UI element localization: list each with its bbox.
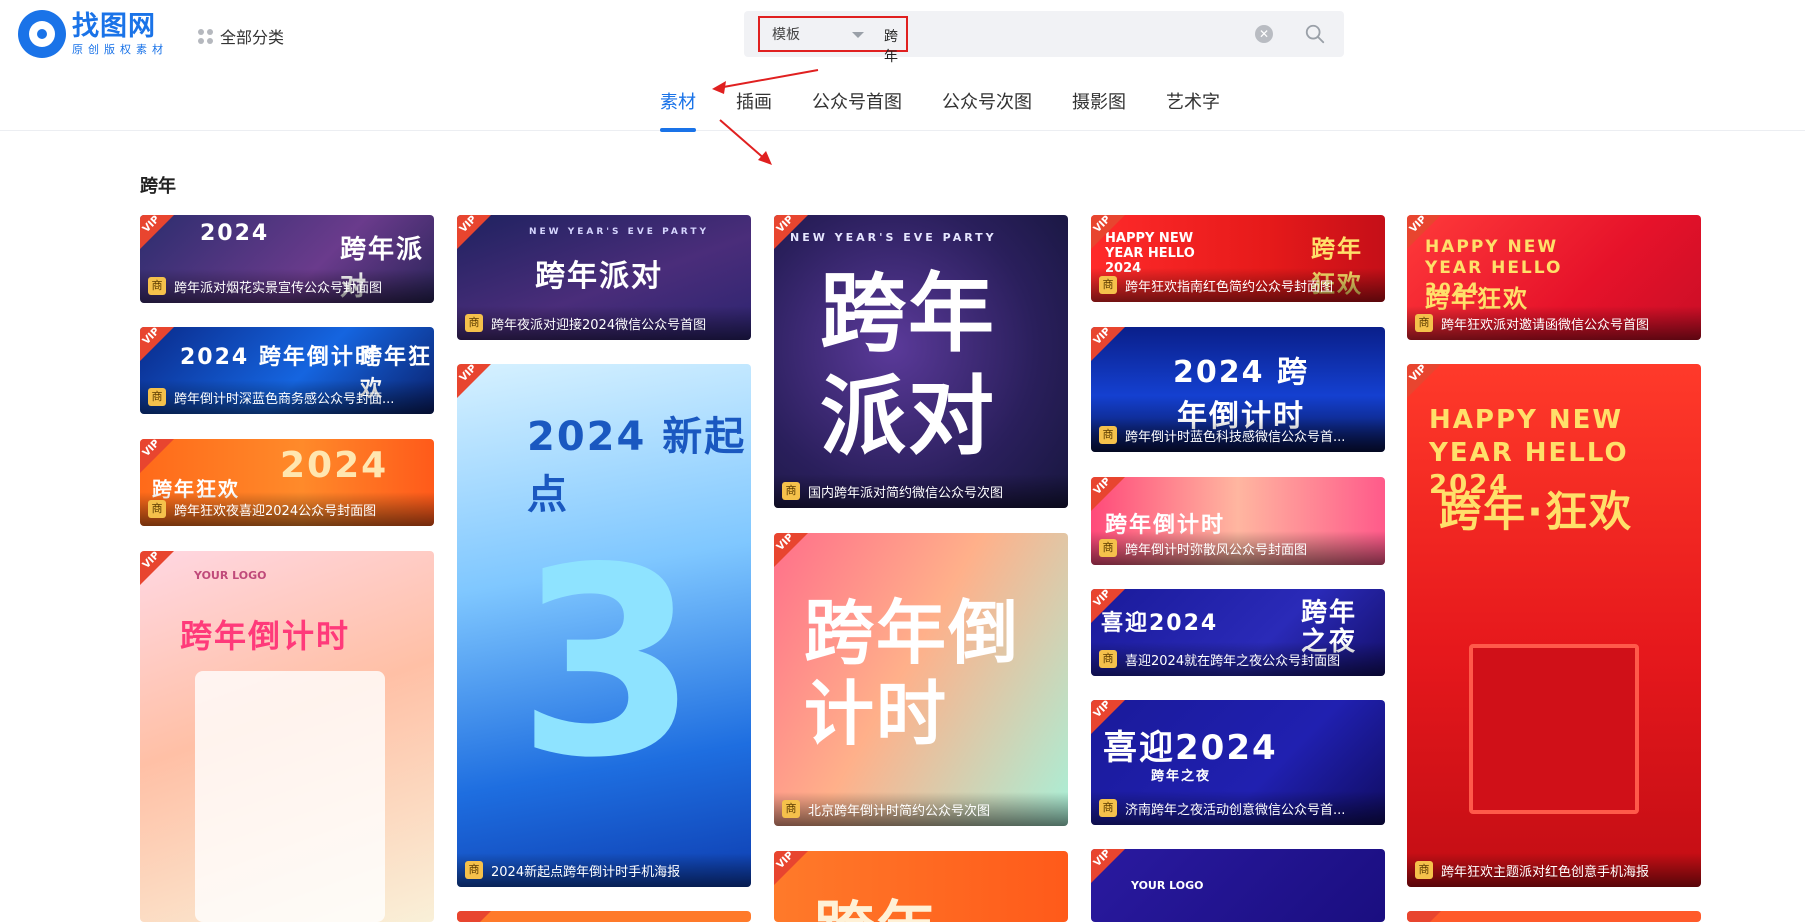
commercial-badge: 商 (465, 861, 483, 879)
vip-badge (457, 911, 491, 922)
card-title: 喜迎2024就在跨年之夜公众号封面图 (1125, 653, 1341, 669)
commercial-badge: 商 (148, 388, 166, 406)
template-card[interactable]: 喜迎2024 跨年之夜 VIP 商济南跨年之夜活动创意微信公众号首... (1091, 700, 1385, 825)
commercial-badge: 商 (1099, 426, 1117, 444)
commercial-badge: 商 (1099, 276, 1117, 294)
card-title: 跨年狂欢夜喜迎2024公众号封面图 (174, 503, 377, 519)
template-card[interactable]: HAPPY NEW YEAR HELLO 2024 跨年狂欢 VIP 商跨年狂欢… (1407, 215, 1701, 340)
commercial-badge: 商 (1099, 539, 1117, 557)
all-categories-label: 全部分类 (220, 28, 285, 47)
card-title: 跨年倒计时深蓝色商务感公众号封面... (174, 391, 395, 407)
tab-material[interactable]: 素材 (660, 88, 696, 132)
card-title: 国内跨年派对简约微信公众号次图 (808, 485, 1004, 501)
template-card[interactable]: YOUR LOGO VIP (1091, 849, 1385, 922)
tab-wechat-cover[interactable]: 公众号首图 (812, 88, 902, 132)
logo-name: 找图网 (72, 11, 156, 42)
annotation-arrows (712, 69, 819, 165)
tab-wechat-secondary[interactable]: 公众号次图 (942, 88, 1032, 132)
template-card[interactable]: YOUR LOGO 跨年倒计时 VIP (140, 551, 434, 922)
card-title: 跨年狂欢主题派对红色创意手机海报 (1441, 864, 1650, 880)
template-card[interactable]: 2024 跨年倒计时 跨年狂欢 VIP 商跨年倒计时深蓝色商务感公众号封面... (140, 327, 434, 414)
card-title: 北京跨年倒计时简约公众号次图 (808, 803, 991, 819)
template-card[interactable]: 跨年倒计时 VIP 商北京跨年倒计时简约公众号次图 (774, 533, 1068, 826)
top-header: 找图网 原创版权素材 全部分类 模板 跨年 ✕ 素材 插画 公众号首图 公众号次… (0, 0, 1805, 165)
commercial-badge: 商 (1099, 799, 1117, 817)
commercial-badge: 商 (148, 500, 166, 518)
logo-icon (18, 10, 66, 58)
template-card[interactable]: 2024 跨年派对 VIP 商跨年派对烟花实景宣传公众号封面图 (140, 215, 434, 303)
all-categories-button[interactable]: 全部分类 (198, 24, 284, 48)
card-title: 济南跨年之夜活动创意微信公众号首... (1125, 802, 1346, 818)
grid-icon (198, 28, 213, 44)
clear-icon[interactable]: ✕ (1255, 25, 1273, 43)
card-title: 跨年倒计时蓝色科技感微信公众号首... (1125, 429, 1346, 445)
card-title: 跨年倒计时弥散风公众号封面图 (1125, 542, 1308, 558)
section-title: 跨年 (140, 176, 176, 197)
commercial-badge: 商 (782, 482, 800, 500)
chevron-down-icon (852, 32, 864, 38)
commercial-badge: 商 (1099, 650, 1117, 668)
template-card[interactable]: HAPPY NEW YEAR HELLO 2024 跨年狂欢 VIP 商跨年狂欢… (1091, 215, 1385, 302)
template-card[interactable]: 喜迎2024 跨年之夜 VIP 商喜迎2024就在跨年之夜公众号封面图 (1091, 589, 1385, 676)
commercial-badge: 商 (465, 314, 483, 332)
template-card[interactable] (1407, 911, 1701, 922)
search-keyword: 跨年 (884, 29, 898, 65)
card-title: 2024新起点跨年倒计时手机海报 (491, 864, 681, 880)
template-card[interactable]: 2024 跨年倒计时 VIP 商跨年倒计时蓝色科技感微信公众号首... (1091, 327, 1385, 452)
template-card[interactable] (457, 911, 751, 922)
search-type-select[interactable]: 模板 跨年 (758, 16, 908, 65)
card-title: 跨年狂欢指南红色简约公众号封面图 (1125, 279, 1334, 295)
gift-box-image (1469, 644, 1639, 814)
template-card[interactable]: 跨年狂欢 2024 VIP 商跨年狂欢夜喜迎2024公众号封面图 (140, 439, 434, 526)
template-card[interactable]: HAPPY NEW YEAR HELLO 2024 跨年·狂欢 VIP 商跨年狂… (1407, 364, 1701, 887)
template-card[interactable]: NEW YEAR'S EVE PARTY 跨年派对 VIP 商国内跨年派对简约微… (774, 215, 1068, 508)
search-bar: 模板 跨年 (744, 11, 1344, 65)
search-input[interactable] (916, 19, 1216, 49)
commercial-badge: 商 (782, 800, 800, 818)
template-card[interactable]: 2024 新起点 3 VIP 商 2024新起点跨年倒计时手机海报 (457, 364, 751, 887)
site-logo[interactable]: 找图网 原创版权素材 (18, 10, 168, 58)
tab-art-text[interactable]: 艺术字 (1166, 88, 1220, 132)
commercial-badge: 商 (148, 277, 166, 295)
logo-tagline: 原创版权素材 (72, 43, 168, 56)
card-title: 跨年派对烟花实景宣传公众号封面图 (174, 280, 383, 296)
tab-photography[interactable]: 摄影图 (1072, 88, 1126, 132)
commercial-badge: 商 (1415, 861, 1433, 879)
card-title: 跨年狂欢派对邀请函微信公众号首图 (1441, 317, 1650, 333)
template-card[interactable]: 跨年 VIP (774, 851, 1068, 922)
search-type-value: 模板 (772, 27, 800, 43)
search-icon[interactable] (1304, 23, 1326, 45)
template-card[interactable]: NEW YEAR'S EVE PARTY 跨年派对 VIP 商跨年夜派对迎接20… (457, 215, 751, 340)
card-title: 跨年夜派对迎接2024微信公众号首图 (491, 317, 707, 333)
vip-badge (1407, 911, 1441, 922)
template-card[interactable]: 跨年倒计时 VIP 商跨年倒计时弥散风公众号封面图 (1091, 477, 1385, 565)
commercial-badge: 商 (1415, 314, 1433, 332)
